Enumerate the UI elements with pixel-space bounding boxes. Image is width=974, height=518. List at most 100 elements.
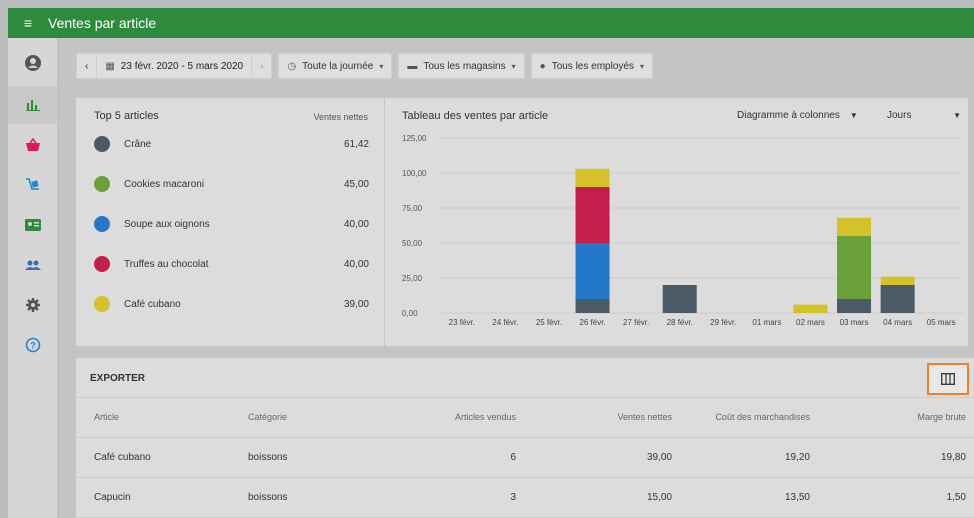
svg-text:?: ? (30, 341, 36, 351)
y-tick-label: 75,00 (402, 204, 423, 213)
app-bar: ≡ Ventes par article (8, 8, 974, 38)
chart-bar (575, 299, 610, 313)
chart-bar (880, 276, 915, 285)
cell-cost-of-goods: 19,20 (784, 452, 810, 463)
top5-item-value: 40,00 (343, 218, 369, 230)
legend-swatch (94, 216, 110, 232)
column-article[interactable]: Article (94, 412, 119, 422)
legend-swatch (94, 296, 110, 312)
x-tick-label: 23 févr. (449, 318, 475, 327)
y-tick-label: 50,00 (402, 239, 423, 248)
cell-net-sales: 15,00 (646, 492, 672, 503)
export-header: EXPORTER (76, 358, 974, 398)
time-filter-label: Toute la journée (302, 60, 374, 72)
top5-item-name: Cookies macaroni (124, 178, 205, 190)
customer-card-icon[interactable] (8, 206, 58, 244)
x-tick-label: 24 févr. (492, 318, 518, 327)
top5-item-name: Crâne (124, 138, 152, 150)
employees-icon[interactable] (8, 246, 58, 284)
main-content: ‹ ▦ 23 févr. 2020 - 5 mars 2020 › ◷ Tout… (59, 38, 974, 518)
chart-bar (837, 299, 872, 313)
sidebar: ? (8, 38, 58, 518)
table-row[interactable]: Café cubano boissons 6 39,00 19,20 19,80 (76, 438, 974, 478)
inventory-cart-icon[interactable] (8, 166, 58, 204)
top5-item: Cookies macaroni 45,00 (94, 174, 369, 194)
top5-item-name: Truffes au chocolat (124, 258, 209, 270)
chart-bar (837, 217, 872, 236)
legend-swatch (94, 256, 110, 272)
legend-swatch (94, 136, 110, 152)
top5-item: Truffes au chocolat 40,00 (94, 254, 369, 274)
chart-bar (575, 168, 610, 187)
next-period-button[interactable]: › (251, 54, 271, 78)
shopping-basket-icon[interactable] (8, 126, 58, 164)
x-tick-label: 29 févr. (710, 318, 736, 327)
chevron-down-icon: ▾ (379, 61, 384, 71)
person-icon: ● (539, 60, 546, 72)
legend-swatch (94, 176, 110, 192)
date-range-button[interactable]: ▦ 23 févr. 2020 - 5 mars 2020 (96, 54, 251, 78)
top5-item-name: Soupe aux oignons (124, 218, 210, 230)
date-range-picker: ‹ ▦ 23 févr. 2020 - 5 mars 2020 › (76, 53, 273, 79)
top5-card: Top 5 articles Ventes nettes Crâne 61,42 C… (76, 98, 384, 346)
account-icon[interactable] (8, 44, 58, 82)
top5-title: Top 5 articles (94, 110, 159, 122)
chart-bar (575, 187, 610, 243)
chevron-down-icon: ▾ (639, 61, 644, 71)
x-tick-label: 03 mars (840, 318, 869, 327)
employee-filter-dropdown[interactable]: ● Tous les employés ▾ (530, 53, 653, 79)
top5-item-name: Café cubano (124, 298, 181, 310)
cell-category: boissons (248, 452, 288, 463)
column-cost-of-goods[interactable]: Coût des marchandises (715, 412, 810, 422)
top5-item-value: 45,00 (343, 178, 369, 190)
columns-icon (941, 373, 955, 385)
time-filter-dropdown[interactable]: ◷ Toute la journée ▾ (278, 53, 393, 79)
top5-item-value: 40,00 (343, 258, 369, 270)
top5-item: Soupe aux oignons 40,00 (94, 214, 369, 234)
store-filter-dropdown[interactable]: ▬ Tous les magasins ▾ (398, 53, 525, 79)
cell-items-sold: 6 (510, 452, 516, 463)
export-button[interactable]: EXPORTER (90, 373, 145, 384)
table-row[interactable]: Capucin boissons 3 15,00 13,50 1,50 (76, 478, 974, 518)
table-header: Article Catégorie Articles vendus Ventes… (76, 398, 974, 438)
chevron-left-icon: ‹ (85, 60, 89, 72)
x-tick-label: 26 févr. (579, 318, 605, 327)
chart-bar (662, 285, 697, 313)
column-category[interactable]: Catégorie (248, 412, 287, 422)
cell-category: boissons (248, 492, 288, 503)
top5-item-value: 61,42 (343, 138, 369, 150)
chevron-right-icon: › (260, 60, 264, 72)
prev-period-button[interactable]: ‹ (77, 54, 96, 78)
menu-icon[interactable]: ≡ (8, 8, 48, 38)
cell-net-sales: 39,00 (646, 452, 672, 463)
page-title: Ventes par article (48, 15, 157, 31)
chart-bar (880, 285, 915, 313)
cell-article: Capucin (94, 492, 131, 503)
filter-toolbar: ‹ ▦ 23 févr. 2020 - 5 mars 2020 › ◷ Tout… (76, 53, 653, 79)
calendar-icon: ▦ (105, 60, 115, 72)
cell-items-sold: 3 (510, 492, 516, 503)
column-net-sales[interactable]: Ventes nettes (617, 412, 672, 422)
top5-column-header: Ventes nettes (313, 112, 368, 122)
chart-bar (793, 304, 828, 313)
x-tick-label: 27 févr. (623, 318, 649, 327)
help-icon[interactable]: ? (8, 326, 58, 364)
cell-cost-of-goods: 13,50 (784, 492, 810, 503)
chart-bar (575, 243, 610, 299)
column-toggle-button[interactable] (927, 363, 969, 395)
y-tick-label: 100,00 (402, 169, 427, 178)
cell-article: Café cubano (94, 452, 151, 463)
x-tick-label: 25 févr. (536, 318, 562, 327)
x-tick-label: 02 mars (796, 318, 825, 327)
sales-chart-card: Tableau des ventes par article Diagramme… (385, 98, 968, 346)
store-icon: ▬ (407, 60, 418, 72)
column-items-sold[interactable]: Articles vendus (455, 412, 516, 422)
reports-icon[interactable] (8, 86, 58, 124)
x-tick-label: 04 mars (883, 318, 912, 327)
export-table-card: EXPORTER Article Catégorie Articles vend… (76, 358, 974, 518)
x-tick-label: 01 mars (752, 318, 781, 327)
column-gross-margin[interactable]: Marge brute (917, 412, 966, 422)
settings-gear-icon[interactable] (8, 286, 58, 324)
y-tick-label: 25,00 (402, 274, 423, 283)
y-tick-label: 125,00 (402, 134, 427, 143)
